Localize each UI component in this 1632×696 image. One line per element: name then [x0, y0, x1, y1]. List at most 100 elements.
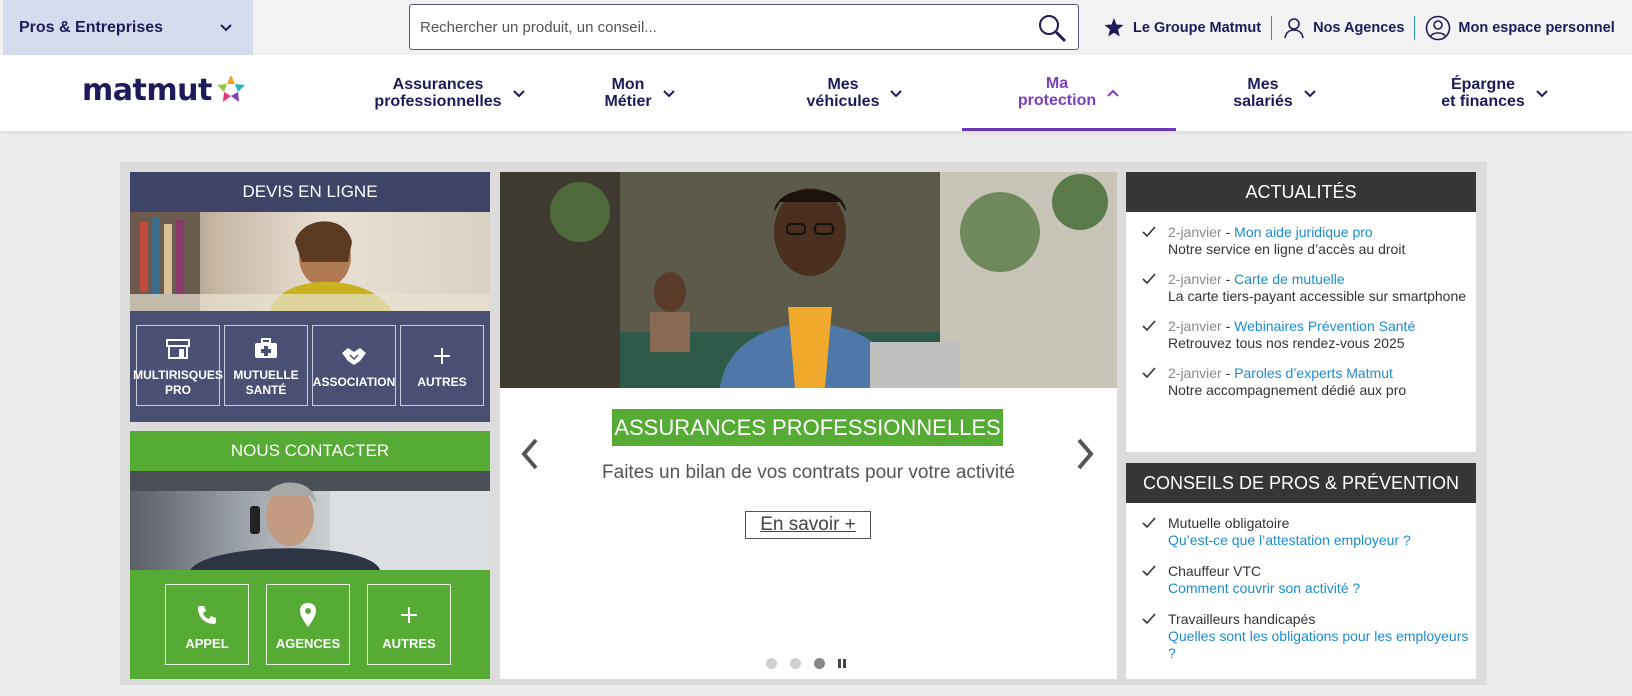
medical-kit-icon	[255, 337, 277, 358]
conseil-link[interactable]: Qu’est-ce que l’attestation employeur ?	[1168, 532, 1411, 549]
nav-label: Ma protection	[1018, 75, 1096, 109]
news-date: 2-janvier	[1168, 365, 1222, 381]
chevron-down-icon	[1304, 90, 1316, 98]
nav-label: Mes salariés	[1233, 76, 1293, 110]
chevron-right-icon[interactable]	[1073, 436, 1097, 472]
nav-label: Mon Métier	[604, 76, 651, 110]
nav-label: Épargne et finances	[1441, 76, 1525, 110]
contact-appel[interactable]: APPEL	[165, 584, 249, 665]
espace-personnel-link[interactable]: Mon espace personnel	[1415, 15, 1624, 41]
nav-assurances-professionnelles[interactable]: Assurances professionnelles	[350, 55, 550, 131]
devis-mutuelle-sante[interactable]: MUTUELLE SANTÉ	[224, 325, 308, 406]
conseil-item: Mutuelle obligatoire Qu’est-ce que l’atte…	[1142, 515, 1476, 549]
nav-label-line2: protection	[1017, 91, 1097, 109]
pause-icon[interactable]	[838, 659, 846, 668]
matmut-star-icon	[216, 74, 245, 102]
nav-label: Mes véhicules	[807, 76, 880, 110]
chevron-down-icon	[1536, 90, 1548, 98]
man-on-phone-photo	[130, 471, 490, 570]
devis-multirisques-pro[interactable]: MULTIRISQUES PRO	[133, 325, 223, 406]
nav-label-line1: Ma	[1045, 74, 1069, 92]
groupe-matmut-label: Le Groupe Matmut	[1133, 19, 1262, 36]
search-input[interactable]	[410, 18, 1000, 36]
handshake-icon	[342, 348, 366, 365]
chevron-down-icon	[890, 90, 903, 98]
nav-mes-salaries[interactable]: Mes salariés	[1210, 55, 1340, 131]
nav-epargne-finances[interactable]: Épargne et finances	[1420, 55, 1570, 131]
nos-agences-label: Nos Agences	[1313, 19, 1405, 36]
nos-agences-link[interactable]: Nos Agences	[1272, 15, 1414, 41]
segment-selector[interactable]: Pros & Entreprises	[3, 0, 253, 55]
tile-label: APPEL	[185, 636, 229, 651]
nav-label-line1: Mes	[1247, 76, 1279, 93]
checkmark-icon	[1142, 367, 1156, 379]
nav-label: Assurances professionnelles	[374, 76, 501, 110]
nav-label-line1: Mes	[827, 76, 859, 93]
nav-mon-metier[interactable]: Mon Métier	[575, 55, 705, 131]
contact-title: NOUS CONTACTER	[130, 431, 490, 471]
news-desc: Notre accompagnement dédié aux pro	[1168, 382, 1407, 398]
hero-carousel: ASSURANCES PROFESSIONNELLES Faites un bi…	[500, 172, 1117, 679]
news-title: ACTUALITÉS	[1126, 172, 1476, 212]
nav-label-line2: professionnelles	[374, 93, 502, 110]
en-savoir-plus-button[interactable]: En savoir +	[745, 511, 871, 539]
devis-association[interactable]: ASSOCIATION	[312, 325, 396, 406]
news-link[interactable]: Webinaires Prévention Santé	[1234, 318, 1415, 334]
tile-label: PRO	[164, 382, 191, 397]
logo-text: matmut	[82, 73, 212, 108]
carousel-photo	[500, 172, 1117, 388]
news-link[interactable]: Mon aide juridique pro	[1234, 224, 1373, 240]
star-logo-icon	[1104, 17, 1124, 36]
search-icon[interactable]	[1036, 12, 1068, 44]
news-link[interactable]: Carte de mutuelle	[1234, 271, 1345, 287]
nav-label-line2: et finances	[1441, 93, 1525, 110]
carousel-subtitle: Faites un bilan de vos contrats pour vot…	[602, 462, 1015, 483]
location-pin-icon	[300, 603, 316, 627]
news-date: 2-janvier	[1168, 318, 1222, 334]
conseil-link[interactable]: Comment couvrir son activité ?	[1168, 580, 1360, 597]
news-desc: La carte tiers-payant accessible sur sma…	[1168, 288, 1467, 304]
conseil-link[interactable]: Quelles sont les obligations pour les em…	[1168, 628, 1476, 662]
carousel-dot[interactable]	[766, 658, 777, 669]
news-desc: Notre service en ligne d’accès au droit	[1168, 241, 1406, 257]
tile-label: MUTUELLE	[233, 367, 299, 382]
utility-links: Le Groupe Matmut Nos Agences Mon espace …	[1092, 0, 1625, 55]
contact-autres[interactable]: AUTRES	[367, 584, 451, 665]
conseil-item: Chauffeur VTC Comment couvrir son activit…	[1142, 563, 1476, 597]
chevron-down-icon	[512, 90, 525, 98]
shop-icon	[166, 338, 190, 359]
nav-mes-vehicules[interactable]: Mes véhicules	[790, 55, 920, 131]
conseil-topic: Travailleurs handicapés	[1168, 611, 1316, 627]
contact-agences[interactable]: AGENCES	[266, 584, 350, 665]
devis-title: DEVIS EN LIGNE	[130, 172, 490, 212]
contact-tiles: APPEL AGENCES AUTRES	[130, 570, 490, 665]
conseils-panel: CONSEILS DE PROS & PRÉVENTION Mutuelle o…	[1126, 463, 1476, 679]
conseils-list: Mutuelle obligatoire Qu’est-ce que l’atte…	[1126, 503, 1476, 662]
matmut-logo[interactable]: matmut	[82, 73, 248, 108]
carousel-dot-active[interactable]	[814, 658, 825, 669]
news-item: 2-janvier - Webinaires Prévention Santé R…	[1142, 318, 1476, 352]
chevron-down-icon	[662, 90, 675, 98]
search-box	[409, 4, 1079, 50]
checkmark-icon	[1142, 226, 1156, 238]
news-desc: Retrouvez tous nos rendez-vous 2025	[1168, 335, 1405, 351]
carousel-title: ASSURANCES PROFESSIONNELLES	[612, 409, 1003, 446]
checkmark-icon	[1142, 320, 1156, 332]
news-link[interactable]: Paroles d’experts Matmut	[1234, 365, 1393, 381]
main-navigation: matmut Assurances professionnelles Mon Mét…	[0, 55, 1632, 131]
nav-label-line1: Assurances	[392, 76, 484, 93]
nav-label-line2: Métier	[604, 93, 652, 110]
nav-label-line1: Épargne	[1450, 76, 1515, 93]
carousel-dot[interactable]	[790, 658, 801, 669]
conseils-title: CONSEILS DE PROS & PRÉVENTION	[1126, 463, 1476, 503]
woman-working-photo	[130, 212, 490, 311]
chevron-down-icon	[220, 24, 232, 32]
nav-ma-protection[interactable]: Ma protection	[962, 55, 1176, 131]
carousel-pagination	[766, 658, 846, 669]
groupe-matmut-link[interactable]: Le Groupe Matmut	[1092, 15, 1271, 41]
segment-label: Pros & Entreprises	[19, 18, 164, 36]
devis-autres[interactable]: AUTRES	[400, 325, 484, 406]
tile-label: SANTÉ	[245, 382, 287, 397]
news-list: 2-janvier - Mon aide juridique pro Notre …	[1126, 212, 1476, 399]
checkmark-icon	[1142, 517, 1156, 529]
